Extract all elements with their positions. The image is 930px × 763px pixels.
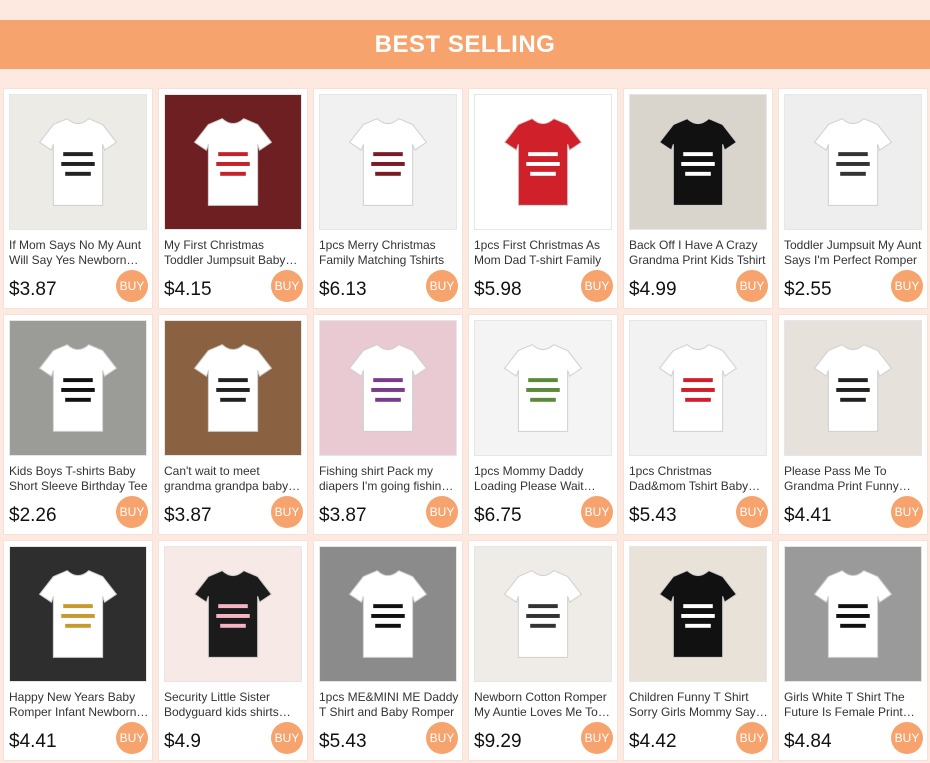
product-title[interactable]: Children Funny T Shirt Sorry Girls Mommy…: [629, 690, 769, 720]
product-card[interactable]: Newborn Cotton Romper My Auntie Loves Me…: [468, 540, 618, 761]
product-price: $4.41: [784, 505, 832, 526]
product-card[interactable]: Toddler Jumpsuit My Aunt Says I'm Perfec…: [778, 88, 928, 309]
product-card[interactable]: Happy New Years Baby Romper Infant Newbo…: [3, 540, 153, 761]
product-title[interactable]: Fishing shirt Pack my diapers I'm going …: [319, 464, 459, 494]
product-price: $6.13: [319, 279, 367, 300]
product-card[interactable]: Children Funny T Shirt Sorry Girls Mommy…: [623, 540, 773, 761]
product-title[interactable]: 1pcs Mommy Daddy Loading Please Wait Cou…: [474, 464, 614, 494]
buy-button[interactable]: BUY: [426, 270, 458, 302]
buy-button[interactable]: BUY: [736, 270, 768, 302]
product-title[interactable]: 1pcs ME&MINI ME Daddy T Shirt and Baby R…: [319, 690, 459, 720]
product-card[interactable]: 1pcs Merry Christmas Family Matching Tsh…: [313, 88, 463, 309]
product-image[interactable]: [319, 94, 457, 230]
product-title[interactable]: Security Little Sister Bodyguard kids sh…: [164, 690, 304, 720]
buy-button[interactable]: BUY: [581, 722, 613, 754]
product-title[interactable]: If Mom Says No My Aunt Will Say Yes Newb…: [9, 238, 149, 268]
product-price: $4.9: [164, 731, 201, 752]
product-title[interactable]: Can't wait to meet grandma grandpa baby …: [164, 464, 304, 494]
buy-button[interactable]: BUY: [271, 496, 303, 528]
product-price: $2.26: [9, 505, 57, 526]
product-price: $3.87: [9, 279, 57, 300]
product-card[interactable]: 1pcs First Christmas As Mom Dad T-shirt …: [468, 88, 618, 309]
product-price: $4.42: [629, 731, 677, 752]
product-card[interactable]: Kids Boys T-shirts Baby Short Sleeve Bir…: [3, 314, 153, 535]
buy-button[interactable]: BUY: [891, 270, 923, 302]
product-title[interactable]: 1pcs Christmas Dad&mom Tshirt Baby Rompe…: [629, 464, 769, 494]
buy-button[interactable]: BUY: [271, 722, 303, 754]
product-card[interactable]: 1pcs Mommy Daddy Loading Please Wait Cou…: [468, 314, 618, 535]
buy-button[interactable]: BUY: [116, 496, 148, 528]
product-image[interactable]: [9, 546, 147, 682]
banner-title: BEST SELLING: [374, 30, 556, 58]
buy-button[interactable]: BUY: [116, 722, 148, 754]
product-image[interactable]: [164, 320, 302, 456]
product-price: $9.29: [474, 731, 522, 752]
product-title[interactable]: My First Christmas Toddler Jumpsuit Baby…: [164, 238, 304, 268]
buy-button[interactable]: BUY: [736, 722, 768, 754]
product-card[interactable]: If Mom Says No My Aunt Will Say Yes Newb…: [3, 88, 153, 309]
product-card[interactable]: Girls White T Shirt The Future Is Female…: [778, 540, 928, 761]
product-image[interactable]: [164, 546, 302, 682]
buy-button[interactable]: BUY: [891, 722, 923, 754]
product-price: $4.15: [164, 279, 212, 300]
product-image[interactable]: [474, 94, 612, 230]
product-price: $6.75: [474, 505, 522, 526]
product-price: $5.98: [474, 279, 522, 300]
product-image[interactable]: [9, 94, 147, 230]
product-title[interactable]: Please Pass Me To Grandma Print Funny Ba…: [784, 464, 924, 494]
product-price: $5.43: [319, 731, 367, 752]
buy-button[interactable]: BUY: [736, 496, 768, 528]
product-card[interactable]: Can't wait to meet grandma grandpa baby …: [158, 314, 308, 535]
product-image[interactable]: [629, 94, 767, 230]
product-image[interactable]: [784, 94, 922, 230]
product-image[interactable]: [629, 546, 767, 682]
product-price: $3.87: [164, 505, 212, 526]
product-card[interactable]: Fishing shirt Pack my diapers I'm going …: [313, 314, 463, 535]
product-price: $4.84: [784, 731, 832, 752]
product-image[interactable]: [9, 320, 147, 456]
product-image[interactable]: [164, 94, 302, 230]
buy-button[interactable]: BUY: [271, 270, 303, 302]
product-card[interactable]: Security Little Sister Bodyguard kids sh…: [158, 540, 308, 761]
product-title[interactable]: Back Off I Have A Crazy Grandma Print Ki…: [629, 238, 769, 268]
product-title[interactable]: Happy New Years Baby Romper Infant Newbo…: [9, 690, 149, 720]
product-image[interactable]: [319, 546, 457, 682]
buy-button[interactable]: BUY: [116, 270, 148, 302]
product-title[interactable]: Toddler Jumpsuit My Aunt Says I'm Perfec…: [784, 238, 924, 268]
buy-button[interactable]: BUY: [426, 722, 458, 754]
best-selling-banner: BEST SELLING: [0, 20, 930, 69]
product-title[interactable]: 1pcs Merry Christmas Family Matching Tsh…: [319, 238, 459, 268]
product-image[interactable]: [474, 320, 612, 456]
product-title[interactable]: 1pcs First Christmas As Mom Dad T-shirt …: [474, 238, 614, 268]
product-price: $4.41: [9, 731, 57, 752]
product-grid: If Mom Says No My Aunt Will Say Yes Newb…: [3, 88, 928, 761]
buy-button[interactable]: BUY: [891, 496, 923, 528]
product-image[interactable]: [784, 320, 922, 456]
product-image[interactable]: [474, 546, 612, 682]
product-price: $4.99: [629, 279, 677, 300]
buy-button[interactable]: BUY: [581, 496, 613, 528]
product-price: $2.55: [784, 279, 832, 300]
product-card[interactable]: Please Pass Me To Grandma Print Funny Ba…: [778, 314, 928, 535]
product-title[interactable]: Kids Boys T-shirts Baby Short Sleeve Bir…: [9, 464, 149, 494]
product-price: $3.87: [319, 505, 367, 526]
buy-button[interactable]: BUY: [426, 496, 458, 528]
product-card[interactable]: Back Off I Have A Crazy Grandma Print Ki…: [623, 88, 773, 309]
product-card[interactable]: My First Christmas Toddler Jumpsuit Baby…: [158, 88, 308, 309]
product-title[interactable]: Girls White T Shirt The Future Is Female…: [784, 690, 924, 720]
product-card[interactable]: 1pcs Christmas Dad&mom Tshirt Baby Rompe…: [623, 314, 773, 535]
product-card[interactable]: 1pcs ME&MINI ME Daddy T Shirt and Baby R…: [313, 540, 463, 761]
buy-button[interactable]: BUY: [581, 270, 613, 302]
product-image[interactable]: [784, 546, 922, 682]
product-image[interactable]: [629, 320, 767, 456]
product-title[interactable]: Newborn Cotton Romper My Auntie Loves Me…: [474, 690, 614, 720]
product-price: $5.43: [629, 505, 677, 526]
product-image[interactable]: [319, 320, 457, 456]
